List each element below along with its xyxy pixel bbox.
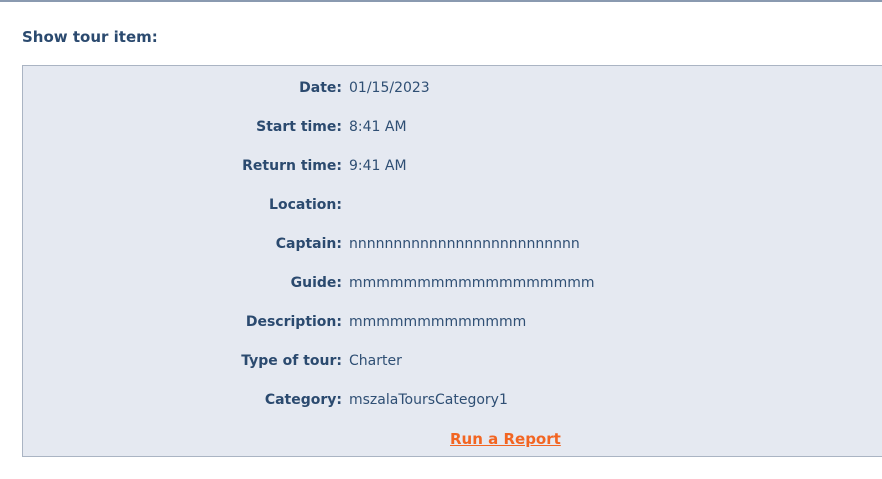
detail-row-type-of-tour: Type of tour: Charter <box>23 351 882 371</box>
guide-label: Guide: <box>290 275 342 291</box>
guide-value: mmmmmmmmmmmmmmmmmm <box>349 275 595 291</box>
tour-details-panel: Date: 01/15/2023 Start time: 8:41 AM Ret… <box>22 65 882 457</box>
description-value: mmmmmmmmmmmmm <box>349 314 527 330</box>
date-label: Date: <box>299 80 342 96</box>
run-report-link[interactable]: Run a Report <box>450 430 561 448</box>
return-time-label: Return time: <box>242 158 342 174</box>
type-of-tour-label: Type of tour: <box>241 353 342 369</box>
description-label: Description: <box>245 314 342 330</box>
detail-row-category: Category: mszalaToursCategory1 <box>23 390 882 410</box>
detail-row-description: Description: mmmmmmmmmmmmm <box>23 312 882 332</box>
category-label: Category: <box>264 392 342 408</box>
captain-value: nnnnnnnnnnnnnnnnnnnnnnnnnn <box>349 236 580 252</box>
detail-row-location: Location: <box>23 195 882 215</box>
start-time-label: Start time: <box>256 119 342 135</box>
date-value: 01/15/2023 <box>349 80 430 96</box>
type-of-tour-value: Charter <box>349 353 402 369</box>
detail-row-guide: Guide: mmmmmmmmmmmmmmmmmm <box>23 273 882 293</box>
top-divider <box>0 0 882 2</box>
detail-row-return-time: Return time: 9:41 AM <box>23 156 882 176</box>
page-title: Show tour item: <box>22 28 158 46</box>
location-label: Location: <box>269 197 342 213</box>
return-time-value: 9:41 AM <box>349 158 407 174</box>
detail-row-date: Date: 01/15/2023 <box>23 78 882 98</box>
detail-row-captain: Captain: nnnnnnnnnnnnnnnnnnnnnnnnnn <box>23 234 882 254</box>
detail-row-start-time: Start time: 8:41 AM <box>23 117 882 137</box>
start-time-value: 8:41 AM <box>349 119 407 135</box>
category-value: mszalaToursCategory1 <box>349 392 508 408</box>
captain-label: Captain: <box>275 236 342 252</box>
